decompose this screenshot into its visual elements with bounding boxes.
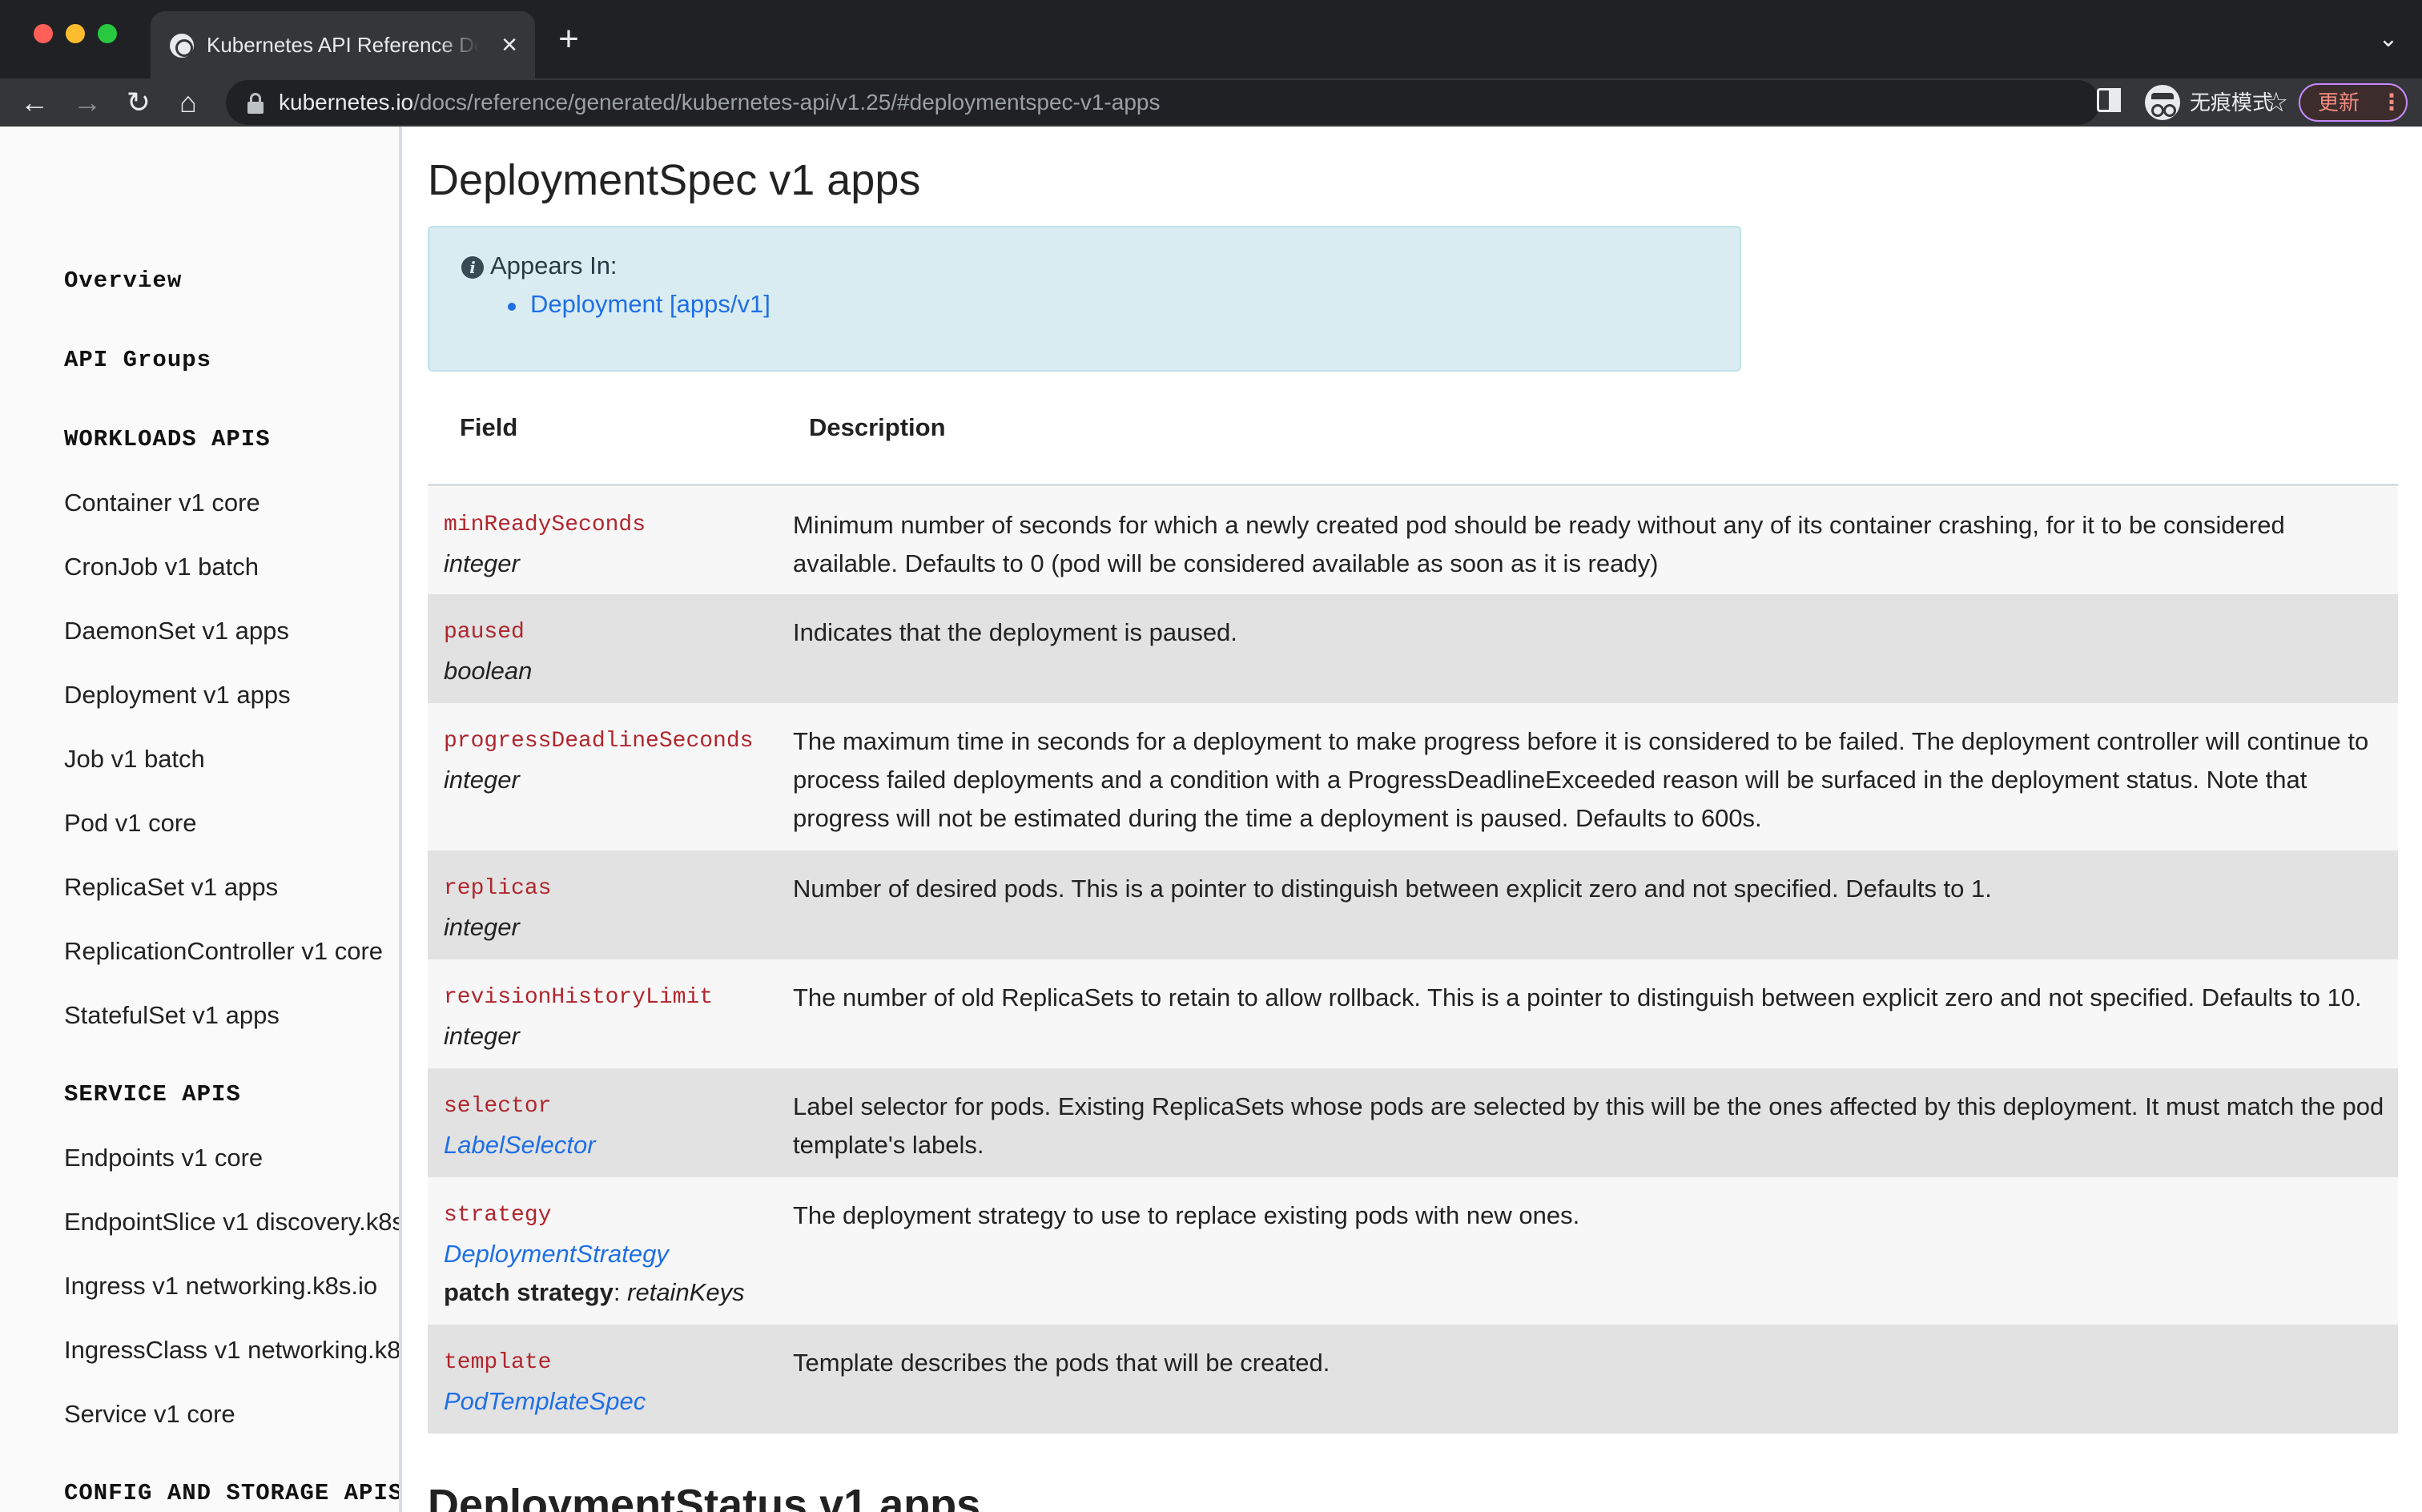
field-name: replicas bbox=[444, 876, 552, 901]
field-description: Minimum number of seconds for which a ne… bbox=[793, 511, 2285, 577]
sidebar-item-api-groups[interactable]: API Groups bbox=[64, 347, 211, 373]
kebab-menu-icon[interactable]: ⋮ bbox=[2380, 85, 2403, 120]
browser-tab-active[interactable]: Kubernetes API Reference Doc × bbox=[151, 11, 535, 78]
address-bar[interactable]: kubernetes.io/docs/reference/generated/k… bbox=[226, 80, 2288, 125]
patch-strategy-value: retainKeys bbox=[627, 1278, 745, 1306]
sidebar-item-daemonset[interactable]: DaemonSet v1 apps bbox=[64, 617, 289, 645]
table-row: revisionHistoryLimit integer The number … bbox=[428, 959, 2398, 1068]
table-row: strategy DeploymentStrategy patch strate… bbox=[428, 1177, 2398, 1325]
column-header-description: Description bbox=[809, 413, 946, 441]
field-name: template bbox=[444, 1350, 552, 1375]
field-description: Indicates that the deployment is paused. bbox=[793, 618, 1237, 646]
field-name: progressDeadlineSeconds bbox=[444, 729, 754, 754]
sidebar-section-service[interactable]: SERVICE APIS bbox=[64, 1081, 241, 1108]
next-section-title: DeploymentStatus v1 apps bbox=[428, 1481, 981, 1512]
sidebar-item-replicaset[interactable]: ReplicaSet v1 apps bbox=[64, 873, 278, 902]
incognito-indicator[interactable]: 无痕模式 bbox=[2142, 83, 2278, 122]
url-text[interactable]: kubernetes.io/docs/reference/generated/k… bbox=[279, 80, 1160, 125]
update-button[interactable]: 更新 ⋮ bbox=[2299, 83, 2408, 122]
field-name: paused bbox=[444, 620, 525, 645]
field-description: The number of old ReplicaSets to retain … bbox=[793, 983, 2362, 1011]
field-name: strategy bbox=[444, 1203, 552, 1228]
globe-icon bbox=[170, 34, 194, 58]
lock-icon[interactable] bbox=[245, 93, 266, 114]
field-type-link[interactable]: PodTemplateSpec bbox=[444, 1382, 780, 1421]
chevron-down-icon[interactable]: ⌄ bbox=[2371, 19, 2406, 59]
browser-toolbar: ← → ↻ ⌂ kubernetes.io/docs/reference/gen… bbox=[0, 78, 2422, 127]
side-panel-icon[interactable] bbox=[2097, 88, 2124, 115]
reload-button[interactable]: ↻ bbox=[119, 78, 159, 127]
sidebar-section-config-storage[interactable]: CONFIG AND STORAGE APIS bbox=[64, 1480, 399, 1506]
main-content: DeploymentSpec v1 apps i Appears In: Dep… bbox=[405, 127, 2422, 1512]
url-host: kubernetes.io bbox=[279, 90, 414, 115]
window-zoom-button[interactable] bbox=[98, 24, 117, 43]
field-description: Label selector for pods. Existing Replic… bbox=[793, 1092, 2384, 1159]
table-row: selector LabelSelector Label selector fo… bbox=[428, 1068, 2398, 1177]
table-row: minReadySeconds integer Minimum number o… bbox=[428, 487, 2398, 594]
sidebar-item-service[interactable]: Service v1 core bbox=[64, 1400, 235, 1429]
field-type: boolean bbox=[444, 657, 533, 685]
sidebar-nav: Overview API Groups WORKLOADS APIS Conta… bbox=[0, 127, 402, 1512]
column-header-field: Field bbox=[460, 413, 518, 441]
sidebar-item-ingressclass[interactable]: IngressClass v1 networking.k8s.io bbox=[64, 1336, 399, 1365]
table-row: progressDeadlineSeconds integer The maxi… bbox=[428, 703, 2398, 850]
table-row: template PodTemplateSpec Template descri… bbox=[428, 1325, 2398, 1434]
field-description: The maximum time in seconds for a deploy… bbox=[793, 727, 2369, 832]
window-close-button[interactable] bbox=[34, 24, 53, 43]
back-button[interactable]: ← bbox=[14, 78, 54, 127]
appears-in-callout: i Appears In: Deployment [apps/v1] bbox=[428, 226, 1741, 372]
new-tab-button[interactable]: + bbox=[551, 19, 586, 59]
window-minimize-button[interactable] bbox=[66, 24, 85, 43]
sidebar-section-workloads[interactable]: WORKLOADS APIS bbox=[64, 426, 271, 452]
home-button[interactable]: ⌂ bbox=[168, 78, 208, 127]
sidebar-item-endpoints[interactable]: Endpoints v1 core bbox=[64, 1144, 263, 1172]
field-type: integer bbox=[444, 549, 520, 577]
sidebar-item-replicationcontroller[interactable]: ReplicationController v1 core bbox=[64, 937, 383, 966]
field-description: Number of desired pods. This is a pointe… bbox=[793, 875, 1992, 903]
browser-tab-strip: Kubernetes API Reference Doc × + ⌄ bbox=[0, 0, 2422, 78]
incognito-icon bbox=[2145, 85, 2180, 120]
field-type-link[interactable]: LabelSelector bbox=[444, 1126, 780, 1164]
field-name: minReadySeconds bbox=[444, 513, 646, 537]
sidebar-item-deployment[interactable]: Deployment v1 apps bbox=[64, 681, 291, 710]
field-type-link[interactable]: DeploymentStrategy bbox=[444, 1235, 780, 1273]
table-row: replicas integer Number of desired pods.… bbox=[428, 850, 2398, 959]
sidebar-item-overview[interactable]: Overview bbox=[64, 267, 182, 294]
field-type: integer bbox=[444, 913, 520, 941]
sidebar-item-endpointslice[interactable]: EndpointSlice v1 discovery.k8s.io bbox=[64, 1208, 399, 1237]
incognito-label: 无痕模式 bbox=[2190, 90, 2274, 115]
update-label: 更新 bbox=[2318, 90, 2360, 115]
field-description: The deployment strategy to use to replac… bbox=[793, 1201, 1580, 1229]
sidebar-item-pod[interactable]: Pod v1 core bbox=[64, 809, 196, 838]
page-viewport: Overview API Groups WORKLOADS APIS Conta… bbox=[0, 127, 2422, 1512]
field-name: selector bbox=[444, 1094, 552, 1119]
sidebar-item-cronjob[interactable]: CronJob v1 batch bbox=[64, 553, 259, 581]
field-type: integer bbox=[444, 1022, 520, 1050]
field-name: revisionHistoryLimit bbox=[444, 985, 714, 1010]
forward-button[interactable]: → bbox=[67, 78, 107, 127]
patch-strategy: patch strategy: retainKeys bbox=[444, 1278, 745, 1306]
appears-in-link-deployment[interactable]: Deployment [apps/v1] bbox=[530, 290, 770, 319]
table-row: paused boolean Indicates that the deploy… bbox=[428, 594, 2398, 703]
list-bullet bbox=[508, 303, 516, 311]
sidebar-item-ingress[interactable]: Ingress v1 networking.k8s.io bbox=[64, 1272, 377, 1301]
tab-close-icon[interactable]: × bbox=[493, 27, 525, 62]
info-icon: i bbox=[461, 256, 484, 279]
sidebar-item-container[interactable]: Container v1 core bbox=[64, 489, 260, 517]
header-divider bbox=[428, 484, 2398, 486]
page-title: DeploymentSpec v1 apps bbox=[428, 156, 921, 204]
sidebar-item-job[interactable]: Job v1 batch bbox=[64, 745, 205, 774]
sidebar-item-statefulset[interactable]: StatefulSet v1 apps bbox=[64, 1001, 280, 1030]
field-type: integer bbox=[444, 766, 520, 794]
appears-in-label: Appears In: bbox=[490, 251, 618, 279]
tab-title: Kubernetes API Reference Doc bbox=[207, 27, 479, 62]
url-path: /docs/reference/generated/kubernetes-api… bbox=[413, 90, 1161, 115]
field-description: Template describes the pods that will be… bbox=[793, 1349, 1330, 1377]
patch-strategy-label: patch strategy bbox=[444, 1278, 614, 1306]
